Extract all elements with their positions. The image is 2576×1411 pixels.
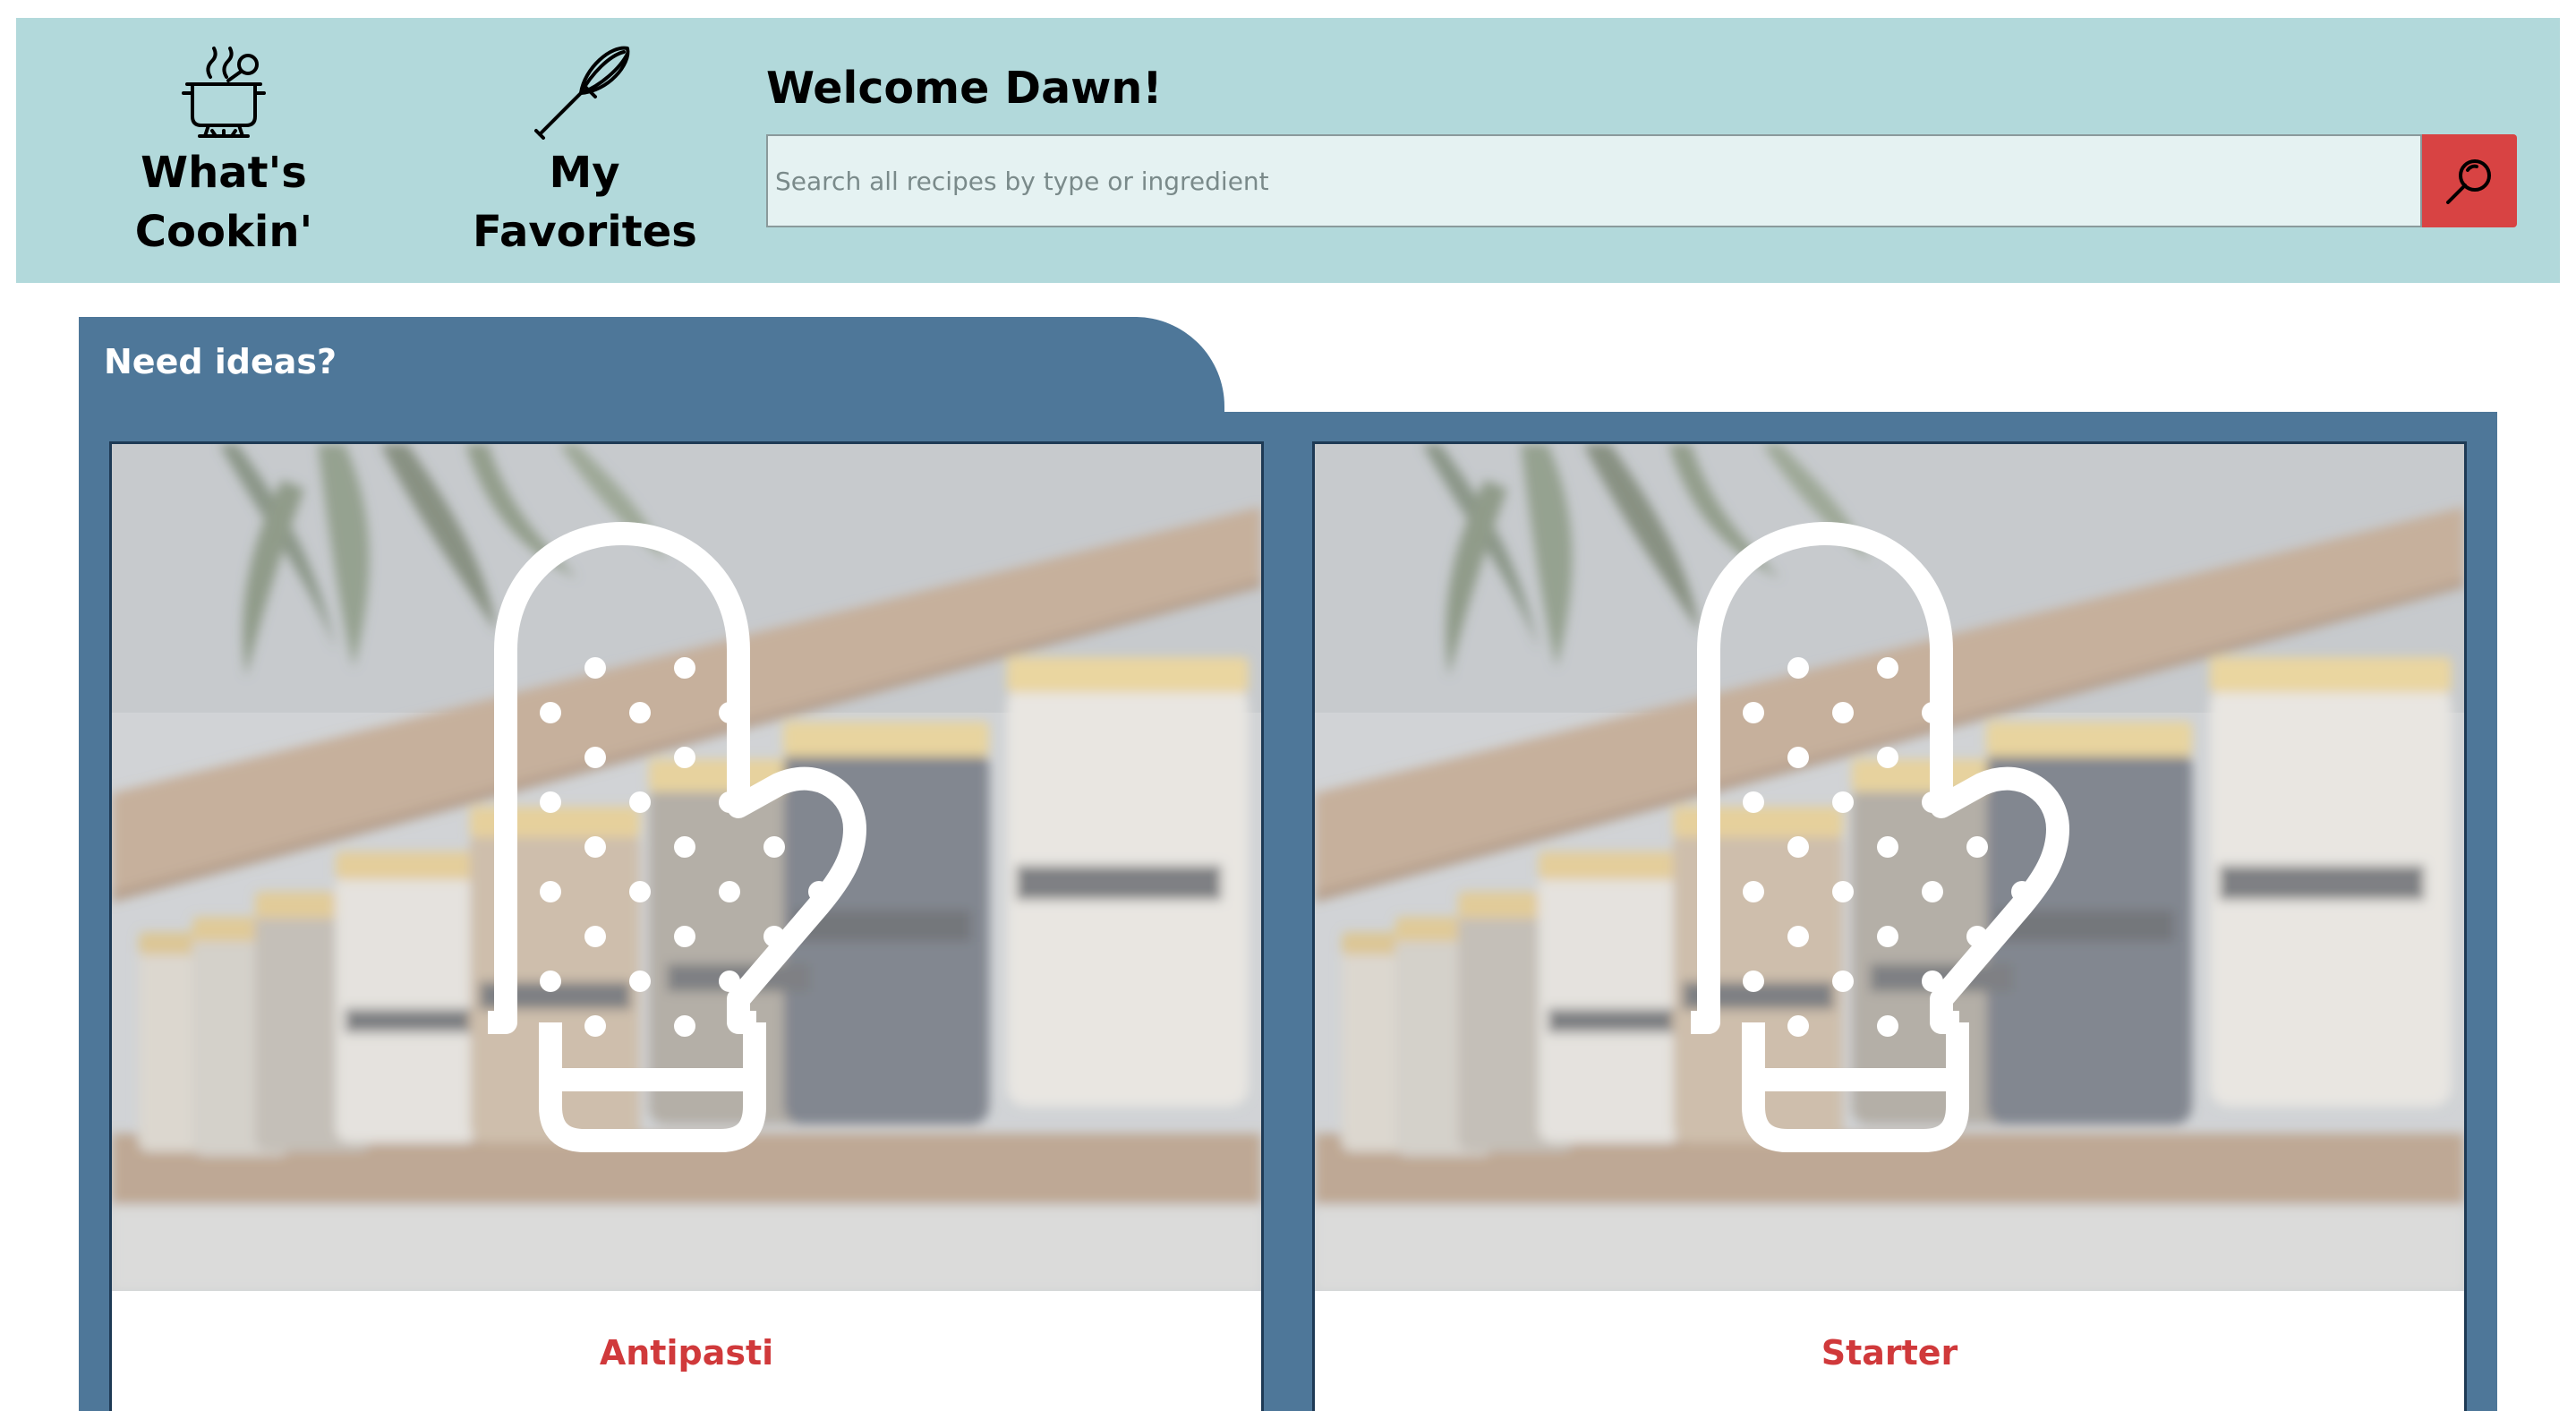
search-input[interactable] bbox=[766, 134, 2422, 227]
need-ideas-label: Need ideas? bbox=[104, 342, 337, 381]
recipe-category-card[interactable]: Starter bbox=[1312, 441, 2467, 1411]
nav-whats-cookin[interactable]: What's Cookin' bbox=[107, 18, 340, 283]
card-image bbox=[1315, 444, 2464, 1291]
cooking-pot-icon bbox=[182, 47, 266, 138]
nav-my-favorites-label: My Favorites bbox=[473, 148, 697, 257]
card-title: Starter bbox=[1821, 1332, 1958, 1373]
whisk-icon bbox=[534, 46, 630, 140]
nav-whats-cookin-label: What's Cookin' bbox=[134, 148, 313, 257]
card-title: Antipasti bbox=[599, 1332, 774, 1373]
top-header: What's Cookin' My Favorites Welcome Dawn… bbox=[16, 18, 2560, 283]
search-button[interactable] bbox=[2422, 134, 2517, 227]
welcome-heading: Welcome Dawn! bbox=[766, 63, 1163, 114]
search-icon bbox=[2446, 159, 2491, 204]
nav-my-favorites[interactable]: My Favorites bbox=[464, 18, 705, 283]
recipe-category-card[interactable]: Antipasti bbox=[109, 441, 1264, 1411]
card-image bbox=[112, 444, 1261, 1291]
